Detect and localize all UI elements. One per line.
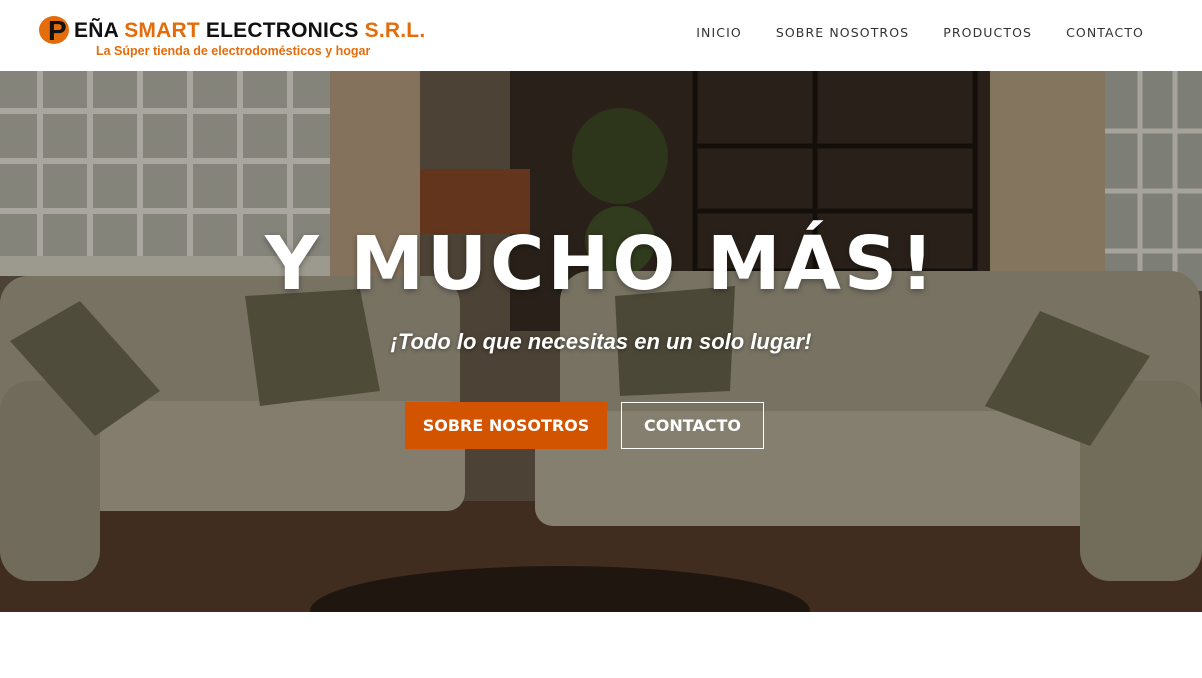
nav-item-contacto[interactable]: CONTACTO <box>1066 25 1144 40</box>
brand-logo[interactable]: P EÑA SMART ELECTRONICS S.R.L. La Súper … <box>38 11 458 63</box>
hero-section: Y MUCHO MÁS! ¡Todo lo que necesitas en u… <box>0 71 1202 612</box>
nav-item-sobre-nosotros[interactable]: SOBRE NOSOTROS <box>776 25 909 40</box>
brand-name: EÑA SMART ELECTRONICS S.R.L. <box>62 19 425 43</box>
brand-name-part-1: EÑA <box>74 19 125 42</box>
brand-name-part-2: SMART <box>124 19 200 42</box>
hero-title: Y MUCHO MÁS! <box>265 221 937 307</box>
contacto-button[interactable]: CONTACTO <box>621 402 764 449</box>
content-area-blank <box>0 612 1202 678</box>
sobre-nosotros-button[interactable]: SOBRE NOSOTROS <box>405 402 607 449</box>
brand-tagline: La Súper tienda de electrodomésticos y h… <box>96 44 371 58</box>
hero-subtitle: ¡Todo lo que necesitas en un solo lugar! <box>390 329 812 354</box>
nav-item-productos[interactable]: PRODUCTOS <box>943 25 1032 40</box>
brand-name-part-4: S.R.L. <box>364 19 426 42</box>
main-nav: INICIO SOBRE NOSOTROS PRODUCTOS CONTACTO <box>662 25 1144 40</box>
nav-item-inicio[interactable]: INICIO <box>696 25 742 40</box>
site-header: P EÑA SMART ELECTRONICS S.R.L. La Súper … <box>0 0 1202 71</box>
brand-name-part-3: ELECTRONICS <box>199 19 365 42</box>
